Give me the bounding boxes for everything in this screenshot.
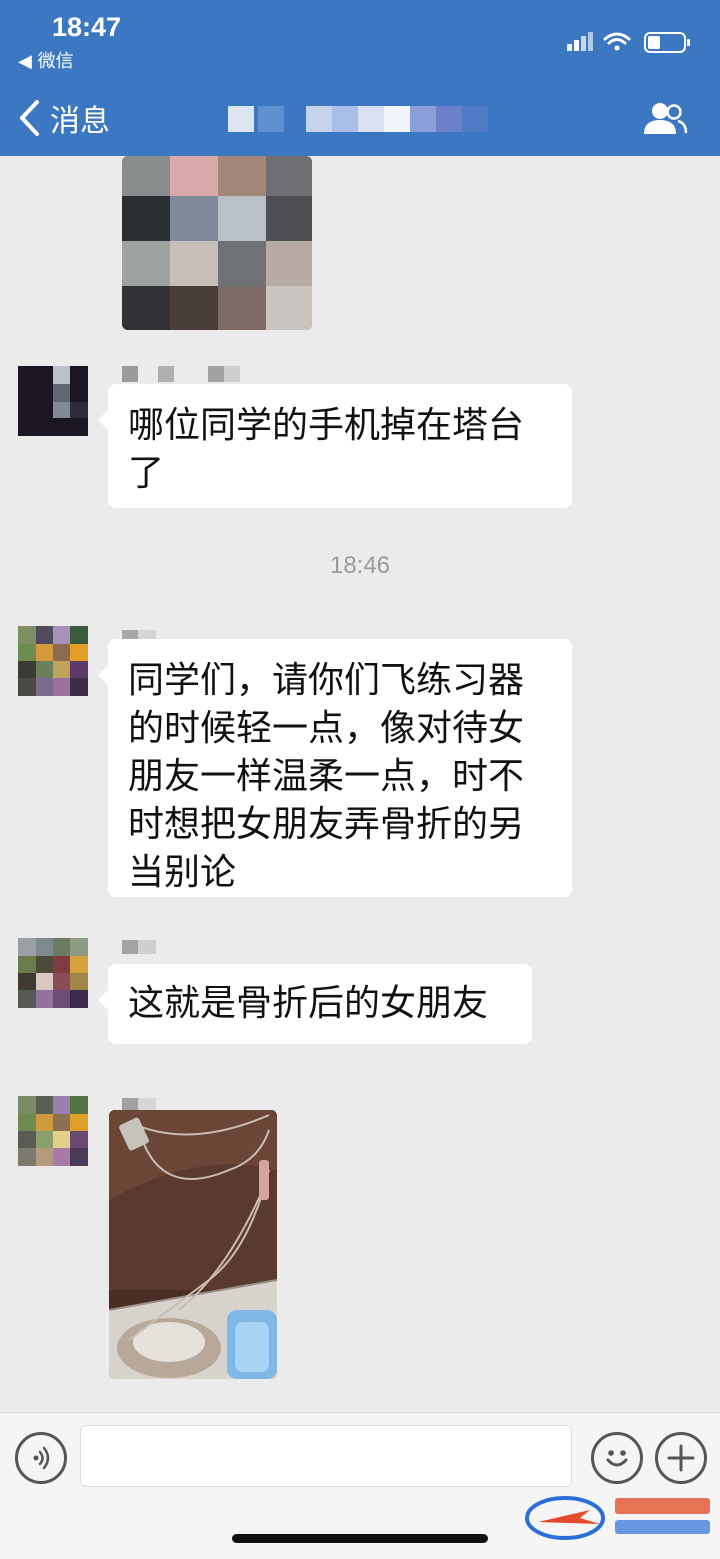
group-icon[interactable] [640,100,688,138]
wifi-icon [603,32,631,51]
signal-icon [567,32,593,51]
avatar[interactable] [18,626,88,696]
watermark-logo [525,1496,710,1540]
message-bubble[interactable]: 这就是骨折后的女朋友 [98,964,532,1044]
emoji-button[interactable] [591,1432,643,1484]
sender-name-pixelated [122,366,240,382]
message-timestamp: 18:46 [329,552,391,579]
avatar[interactable] [18,366,88,436]
avatar[interactable] [18,1096,88,1166]
message-input[interactable] [80,1425,572,1487]
message-bubble[interactable]: 哪位同学的手机掉在塔台了 [98,384,572,508]
chat-title-pixelated [228,106,488,132]
back-icon [20,100,39,136]
more-button[interactable] [655,1432,707,1484]
back-label: 消息 [50,104,110,139]
status-bar: 18:47 ◀ 微信 [0,0,720,82]
emoji-icon [606,1450,628,1467]
sender-name-pixelated [122,940,156,954]
voice-button[interactable] [15,1432,67,1484]
back-to-app-link[interactable]: ◀ 微信 [18,47,74,73]
back-button[interactable]: 消息 [18,96,110,140]
status-time: 18:47 [52,12,122,42]
home-indicator[interactable] [232,1534,488,1543]
message-bubble[interactable]: 同学们，请你们飞练习器的时候轻一点，像对待女朋友一样温柔一点，时不时想把女朋友弄… [98,639,572,897]
avatar[interactable] [18,938,88,1008]
battery-icon [644,32,690,53]
system-icons [567,32,690,53]
image-message[interactable] [109,1110,277,1379]
voice-icon [33,1446,50,1470]
plus-icon [667,1444,695,1472]
chat-area[interactable]: 哪位同学的手机掉在塔台了 18:46 同学们，请你们飞练习器的时候轻一点，像对待… [0,156,720,1412]
image-message-previous[interactable] [122,156,312,330]
chat-header: 消息 [0,82,720,156]
